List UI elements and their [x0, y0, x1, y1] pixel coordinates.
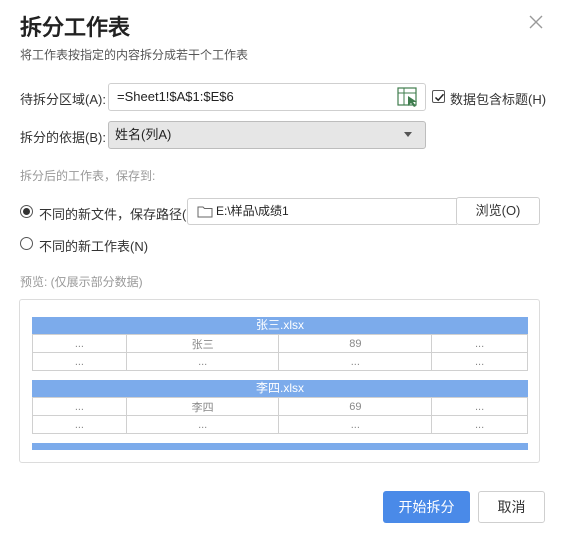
preview-table: ... 李四 69 ... ... ... ... ...: [32, 397, 528, 434]
folder-icon: [197, 205, 213, 218]
table-cell: ...: [278, 415, 433, 434]
preview-hint: 预览: (仅展示部分数据): [20, 275, 143, 289]
preview-table: ... 张三 89 ... ... ... ... ...: [32, 334, 528, 371]
preview-file-name: 张三.xlsx: [32, 317, 528, 334]
table-cell: ...: [32, 334, 127, 353]
header-checkbox-label: 数据包含标题(H): [450, 92, 547, 107]
range-input[interactable]: =Sheet1!$A$1:$E$6: [108, 83, 426, 111]
range-label: 待拆分区域(A):: [20, 92, 106, 107]
table-cell: 张三: [125, 334, 280, 353]
table-cell: 69: [278, 397, 433, 416]
close-icon[interactable]: [528, 14, 544, 30]
table-row: ... 李四 69 ...: [32, 397, 528, 416]
table-cell: ...: [32, 397, 127, 416]
table-cell: ...: [32, 415, 127, 434]
table-cell: ...: [125, 352, 280, 371]
table-cell: 李四: [125, 397, 280, 416]
cancel-button[interactable]: 取消: [478, 491, 545, 523]
basis-label: 拆分的依据(B):: [20, 130, 106, 145]
save-hint: 拆分后的工作表，保存到:: [20, 169, 156, 183]
browse-button[interactable]: 浏览(O): [456, 197, 540, 225]
basis-select[interactable]: 姓名(列A): [108, 121, 426, 149]
preview-file-header-partial: [32, 443, 528, 450]
chevron-down-icon: [404, 132, 412, 137]
table-cell: ...: [431, 352, 528, 371]
table-cell: ...: [125, 415, 280, 434]
radio-new-sheet[interactable]: [20, 237, 33, 250]
radio-new-file-label: 不同的新文件，保存路径(P): [39, 207, 200, 222]
preview-file-name: 李四.xlsx: [32, 380, 528, 397]
table-cell: ...: [431, 334, 528, 353]
table-row: ... 张三 89 ...: [32, 334, 528, 353]
table-cell: ...: [32, 352, 127, 371]
dialog-subtitle: 将工作表按指定的内容拆分成若干个工作表: [20, 48, 249, 62]
table-row: ... ... ... ...: [32, 415, 528, 434]
table-cell: ...: [431, 397, 528, 416]
table-cell: 89: [278, 334, 433, 353]
table-cell: ...: [431, 415, 528, 434]
dialog-title: 拆分工作表: [20, 15, 131, 40]
table-row: ... ... ... ...: [32, 352, 528, 371]
radio-new-file[interactable]: [20, 205, 33, 218]
radio-new-sheet-label: 不同的新工作表(N): [39, 239, 149, 254]
start-split-button[interactable]: 开始拆分: [383, 491, 470, 523]
save-path-input[interactable]: E:\样品\成绩1: [187, 198, 457, 225]
range-select-icon[interactable]: [397, 87, 419, 107]
header-checkbox[interactable]: [432, 90, 445, 103]
table-cell: ...: [278, 352, 433, 371]
